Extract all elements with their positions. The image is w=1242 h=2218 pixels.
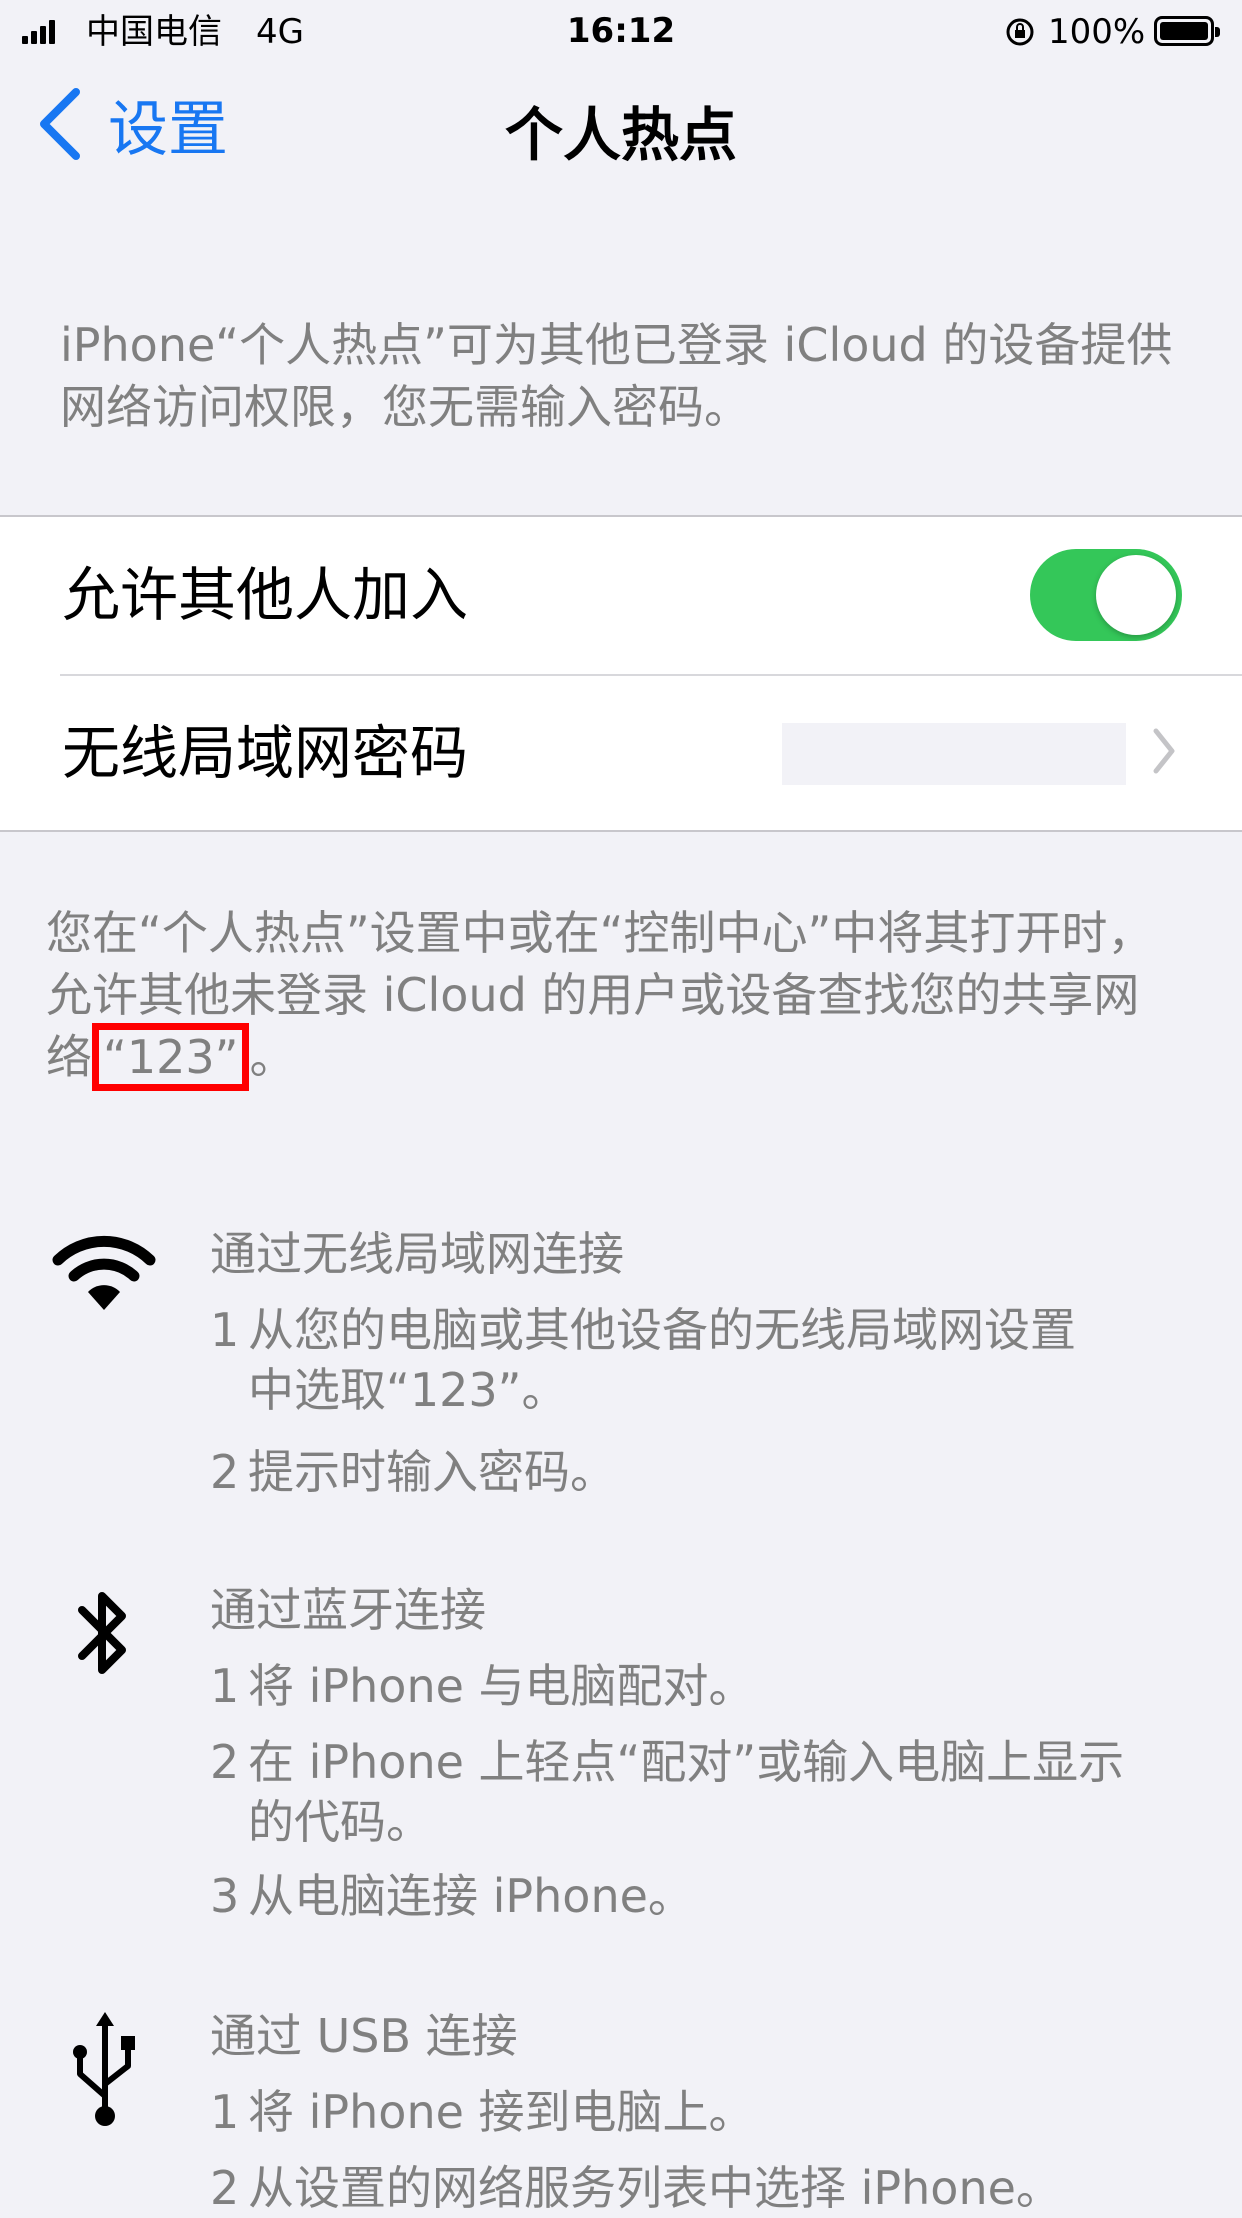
- step-text: 将 iPhone 接到电脑上。: [248, 2085, 755, 2139]
- usb-icon: [73, 2012, 135, 2126]
- step-number: 3: [210, 1869, 240, 1923]
- step-text: 在 iPhone 上轻点“配对”或输入电脑上显示: [248, 1735, 1125, 1789]
- battery-icon: [1154, 16, 1220, 46]
- step-number: 2: [210, 2161, 240, 2215]
- bluetooth-step: 3 从电脑连接 iPhone。: [210, 1866, 1210, 1926]
- step-number: 1: [210, 1659, 240, 1713]
- step-text-cont: 中选取“123”。: [248, 1363, 568, 1417]
- usb-section-title: 通过 USB 连接: [210, 2009, 518, 2063]
- step-text: 提示时输入密码。: [248, 1445, 616, 1499]
- usb-step: 2 从设置的网络服务列表中选择 iPhone。: [210, 2158, 1210, 2218]
- step-text: 从设置的网络服务列表中选择 iPhone。: [248, 2161, 1062, 2215]
- status-bar: 中国电信 4G 16:12 100%: [0, 0, 1242, 62]
- page-title: 个人热点: [504, 101, 737, 169]
- discoverability-end: 。: [249, 1030, 296, 1084]
- wifi-password-value: [782, 723, 1126, 785]
- navigation-bar: 设置 个人热点: [0, 62, 1242, 186]
- step-number: 1: [210, 2085, 240, 2139]
- step-text: 将 iPhone 与电脑配对。: [248, 1659, 755, 1713]
- wifi-step: 2 提示时输入密码。: [210, 1442, 1210, 1502]
- wifi-password-row[interactable]: 无线局域网密码: [0, 675, 1242, 833]
- network-name-highlight: “123”: [92, 1023, 250, 1091]
- allow-others-toggle[interactable]: [1030, 549, 1182, 641]
- bluetooth-icon: [78, 1592, 126, 1674]
- wifi-password-label: 无线局域网密码: [62, 719, 469, 787]
- battery-percent: 100%: [1048, 12, 1146, 52]
- allow-others-row: 允许其他人加入: [0, 517, 1242, 676]
- bluetooth-step: 2在 iPhone 上轻点“配对”或输入电脑上显示 的代码。: [210, 1732, 1210, 1852]
- bluetooth-section-title: 通过蓝牙连接: [210, 1583, 486, 1637]
- step-text: 从电脑连接 iPhone。: [248, 1869, 694, 1923]
- step-text-cont: 的代码。: [248, 1795, 432, 1849]
- step-number: 2: [210, 1735, 240, 1789]
- step-number: 2: [210, 1445, 240, 1499]
- wifi-section-title: 通过无线局域网连接: [210, 1227, 624, 1281]
- rotation-lock-icon: [1006, 18, 1034, 46]
- chevron-right-icon: [1153, 728, 1175, 774]
- allow-others-label: 允许其他人加入: [62, 561, 469, 629]
- discoverability-description: 您在“个人热点”设置中或在“控制中心”中将其打开时，允许其他未登录 iCloud…: [46, 902, 1196, 1091]
- hotspot-settings-group: 允许其他人加入 无线局域网密码: [0, 515, 1242, 832]
- wifi-icon: [52, 1235, 156, 1310]
- usb-step: 1将 iPhone 接到电脑上。: [210, 2082, 1210, 2142]
- hotspot-description: iPhone“个人热点”可为其他已登录 iCloud 的设备提供网络访问权限，您…: [60, 318, 1173, 434]
- wifi-step: 1 从您的电脑或其他设备的无线局域网设置 中选取“123”。: [210, 1300, 1210, 1420]
- step-number: 1: [210, 1303, 240, 1357]
- step-text: 从您的电脑或其他设备的无线局域网设置: [248, 1303, 1076, 1357]
- bluetooth-step: 1将 iPhone 与电脑配对。: [210, 1656, 1210, 1716]
